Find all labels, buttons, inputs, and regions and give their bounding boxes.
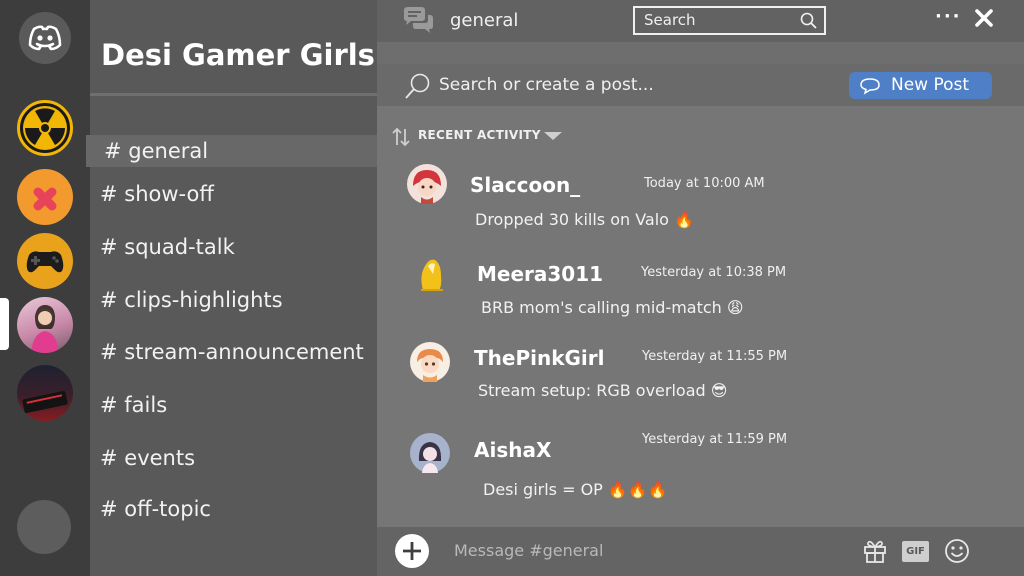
channel-off-topic[interactable]: # off-topic xyxy=(100,497,211,521)
forum-chat-icon xyxy=(404,7,433,33)
message-text: BRB mom's calling mid-match 😩 xyxy=(481,298,744,317)
keyboard-server-icon[interactable] xyxy=(17,365,73,421)
channel-fails[interactable]: # fails xyxy=(100,393,167,417)
message-author[interactable]: ThePinkGirl xyxy=(474,346,605,370)
channel-general[interactable]: # general xyxy=(86,135,377,167)
channel-stream-announcement[interactable]: # stream-announcement xyxy=(100,340,364,364)
new-post-button[interactable]: New Post xyxy=(849,72,992,99)
post-search-placeholder: Search or create a post... xyxy=(439,75,654,95)
sort-icon xyxy=(392,127,410,147)
channel-squad-talk[interactable]: # squad-talk xyxy=(100,235,235,259)
radiation-server-icon[interactable] xyxy=(17,100,73,156)
attach-plus-button[interactable] xyxy=(395,534,429,568)
active-server-indicator xyxy=(0,298,9,350)
message-timestamp: Yesterday at 11:59 PM xyxy=(642,432,788,447)
sort-label: RECENT ACTIVITY xyxy=(418,128,541,142)
message-composer: Message #general GIF xyxy=(377,527,1024,576)
message-text: Desi girls = OP 🔥🔥🔥 xyxy=(483,480,668,499)
close-icon[interactable] xyxy=(974,8,994,28)
divider xyxy=(90,93,377,96)
server-rail xyxy=(0,0,90,576)
channel-clips-highlights[interactable]: # clips-highlights xyxy=(100,288,283,312)
message-timestamp: Today at 10:00 AM xyxy=(644,176,765,191)
emoji-smile-icon[interactable] xyxy=(944,538,970,564)
gift-icon[interactable] xyxy=(863,538,887,564)
channel-show-off[interactable]: # show-off xyxy=(100,182,214,206)
channel-sidebar: Desi Gamer Girls # general # show-off # … xyxy=(86,0,377,576)
search-input[interactable]: Search xyxy=(633,6,826,35)
message-text: Dropped 30 kills on Valo 🔥 xyxy=(475,210,694,229)
message-author[interactable]: Slaccoon_ xyxy=(470,173,580,197)
avatar[interactable] xyxy=(407,164,447,204)
avatar[interactable] xyxy=(410,433,450,473)
new-post-label: New Post xyxy=(891,75,970,95)
search-icon xyxy=(405,73,430,99)
avatar[interactable] xyxy=(410,342,450,382)
search-label: Search xyxy=(644,11,696,29)
channel-title: general xyxy=(450,10,519,31)
more-dots-icon[interactable]: ··· xyxy=(935,6,962,27)
main-panel: general Search ··· Search or create a po… xyxy=(377,0,1024,576)
orange-x-server-icon[interactable] xyxy=(17,169,73,225)
forum-search-bar[interactable]: Search or create a post... New Post xyxy=(377,64,1024,106)
avatar[interactable] xyxy=(411,254,451,294)
server-title: Desi Gamer Girls xyxy=(101,38,375,72)
discord-home-button[interactable] xyxy=(19,12,71,64)
add-server-button[interactable] xyxy=(17,500,71,554)
gif-button[interactable]: GIF xyxy=(902,541,929,562)
message-text: Stream setup: RGB overload 😎 xyxy=(478,381,728,400)
message-timestamp: Yesterday at 11:55 PM xyxy=(642,349,788,364)
message-input[interactable]: Message #general xyxy=(454,541,603,560)
header-strip xyxy=(377,42,1024,64)
channel-header: general Search ··· xyxy=(377,0,1024,42)
message-timestamp: Yesterday at 10:38 PM xyxy=(641,265,787,280)
speech-bubble-icon xyxy=(860,78,880,95)
plus-icon xyxy=(403,542,421,560)
chevron-down-icon[interactable] xyxy=(544,132,562,140)
message-author[interactable]: Meera3011 xyxy=(477,262,603,286)
channel-events[interactable]: # events xyxy=(100,446,195,470)
search-icon xyxy=(800,12,817,29)
girl-gamer-server-icon[interactable] xyxy=(17,297,73,353)
message-author[interactable]: AishaX xyxy=(474,438,551,462)
controller-server-icon[interactable] xyxy=(17,233,73,289)
discord-logo-icon xyxy=(28,25,62,51)
